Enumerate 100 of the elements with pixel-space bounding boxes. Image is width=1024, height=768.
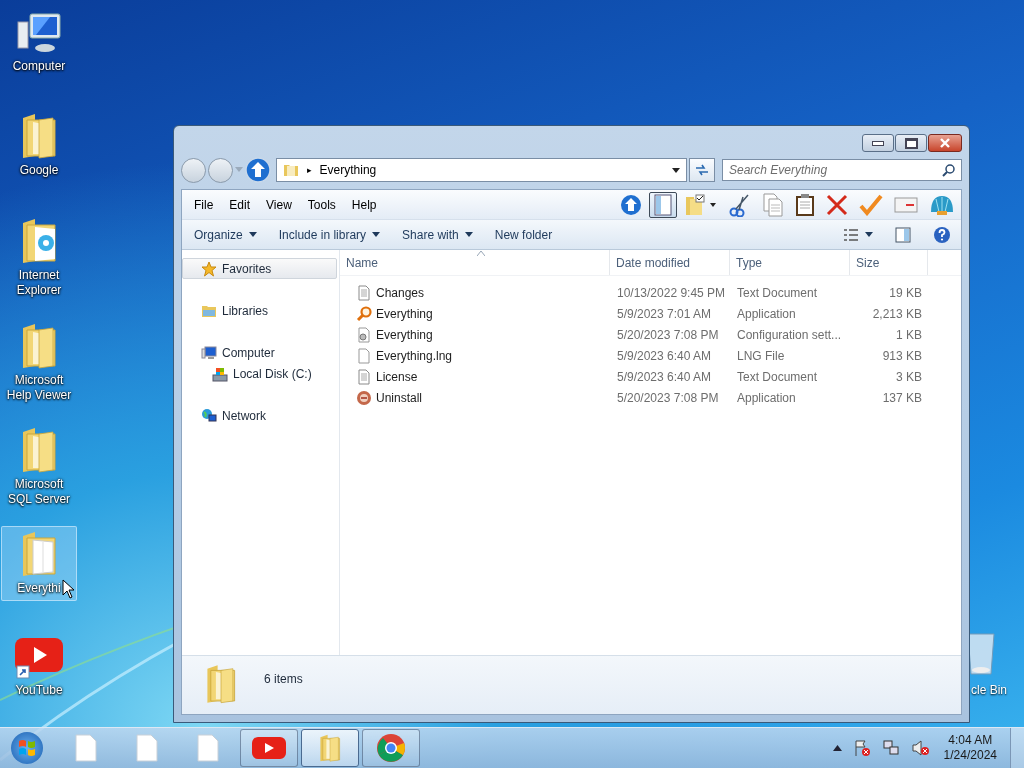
taskbar-button[interactable] (362, 729, 420, 767)
minimize-button[interactable] (862, 134, 894, 152)
table-cell-text: 5/9/2023 6:40 AM (616, 369, 713, 384)
menu-item[interactable]: Help (343, 195, 385, 214)
column-header[interactable]: Type (730, 250, 850, 275)
menu-item[interactable]: Tools (299, 195, 344, 214)
delete-icon (826, 193, 848, 216)
toolbar-button[interactable] (649, 191, 677, 218)
close-icon (939, 138, 951, 148)
file-name[interactable]: Changes (340, 284, 610, 301)
file-name[interactable]: Everything (340, 326, 610, 343)
computer-icon (201, 344, 217, 361)
magnifier-icon (356, 305, 372, 322)
star-icon (201, 260, 217, 277)
maximize-button[interactable] (895, 134, 927, 152)
help-icon (933, 225, 951, 244)
network-icon (201, 407, 217, 424)
table-cell-text: 913 KB (881, 348, 923, 363)
folder-icon (204, 662, 238, 706)
nav-item[interactable]: Local Disk (C:) (182, 363, 337, 384)
column-header[interactable]: Date modified (610, 250, 730, 275)
menu-item[interactable]: File (186, 195, 222, 214)
text-file-icon (356, 284, 372, 301)
preview-pane-icon (895, 226, 911, 243)
show-hidden-icons-icon[interactable] (832, 745, 842, 751)
table-cell-text: 5/9/2023 7:01 AM (616, 306, 713, 321)
folder-icon (684, 193, 718, 216)
column-header[interactable]: Name (340, 250, 610, 275)
command-button[interactable]: Organize (190, 224, 261, 245)
nav-item[interactable]: Computer (182, 342, 337, 363)
file-name[interactable]: Everything.lng (340, 347, 610, 364)
caret-icon (372, 232, 381, 237)
drive-icon (212, 365, 228, 382)
preview-pane-icon (653, 193, 673, 216)
search-field[interactable]: Search Everything (722, 159, 962, 181)
copy-icon (762, 192, 784, 217)
command-button[interactable]: Include in library (274, 224, 385, 245)
item-count: 6 items (264, 672, 303, 686)
uninstall-icon (356, 389, 372, 406)
close-button[interactable] (928, 134, 962, 152)
youtube-icon (15, 638, 63, 680)
document-icon (136, 734, 158, 762)
desktop-shortcut[interactable]: Microsoft Help Viewer (1, 318, 77, 408)
details-view-icon (843, 227, 859, 242)
checkmark-icon (859, 193, 883, 216)
nav-item[interactable]: Network (182, 405, 337, 426)
menu-item[interactable]: View (258, 195, 300, 214)
nav-item[interactable]: Favorites (182, 258, 337, 279)
table-cell-text: Application (736, 306, 797, 321)
document-icon (75, 734, 97, 762)
folder-icon (283, 162, 299, 178)
caret-icon[interactable] (672, 167, 680, 173)
refresh-icon (694, 163, 710, 177)
table-cell-text: LNG File (736, 348, 786, 363)
command-button[interactable]: New folder (490, 224, 557, 245)
settings-file-icon (356, 326, 372, 343)
menu-item[interactable]: Edit (221, 195, 259, 214)
file-name[interactable]: Uninstall (340, 389, 610, 406)
table-cell-text: 19 KB (888, 285, 923, 300)
chrome-icon (376, 733, 406, 763)
windows-logo (11, 732, 43, 764)
desktop-shortcut[interactable]: Computer (1, 8, 77, 79)
caret-icon (248, 232, 257, 237)
envelope-icon (894, 195, 918, 214)
folder-icon (318, 733, 342, 763)
flag-icon[interactable] (852, 739, 871, 757)
text-file-icon (356, 368, 372, 385)
refresh-button[interactable] (689, 158, 715, 182)
table-cell-text: Configuration sett... (736, 327, 843, 342)
table-cell-text: 3 KB (895, 369, 923, 384)
caret-icon (464, 232, 473, 237)
youtube-icon (252, 736, 286, 760)
shell-icon (929, 193, 955, 216)
table-cell-text: 5/9/2023 6:40 AM (616, 348, 713, 363)
table-cell-text: Text Document (736, 369, 819, 384)
taskbar-button[interactable] (240, 729, 298, 767)
address-bar[interactable]: ▸ Everything (276, 158, 687, 182)
taskbar-button[interactable] (301, 729, 359, 767)
table-cell-text: Application (736, 390, 797, 405)
table-cell-text: 10/13/2022 9:45 PM (616, 285, 727, 300)
table-cell-text: 137 KB (881, 390, 923, 405)
table-cell-text: 2,213 KB (871, 306, 923, 321)
command-button[interactable]: Share with (398, 224, 477, 245)
nav-item[interactable]: Libraries (182, 300, 337, 321)
file-name[interactable]: Everything (340, 305, 610, 322)
desktop-shortcut[interactable]: Internet Explorer (1, 213, 77, 303)
table-cell-text: 1 KB (895, 327, 923, 342)
scissors-icon (729, 192, 751, 217)
muted-speaker-icon[interactable] (910, 739, 931, 757)
file-name[interactable]: License (340, 368, 610, 385)
table-cell-text: Text Document (736, 285, 819, 300)
desktop-shortcut[interactable]: Google (1, 108, 77, 183)
table-cell-text: 5/20/2023 7:08 PM (616, 390, 720, 405)
network-icon[interactable] (881, 739, 900, 757)
clock[interactable]: 4:04 AM 1/24/2024 (943, 733, 997, 763)
search-icon (942, 163, 956, 177)
mouse-cursor (62, 579, 75, 599)
clipboard-icon (795, 192, 815, 217)
file-icon (356, 347, 372, 364)
column-header[interactable]: Size (850, 250, 928, 275)
